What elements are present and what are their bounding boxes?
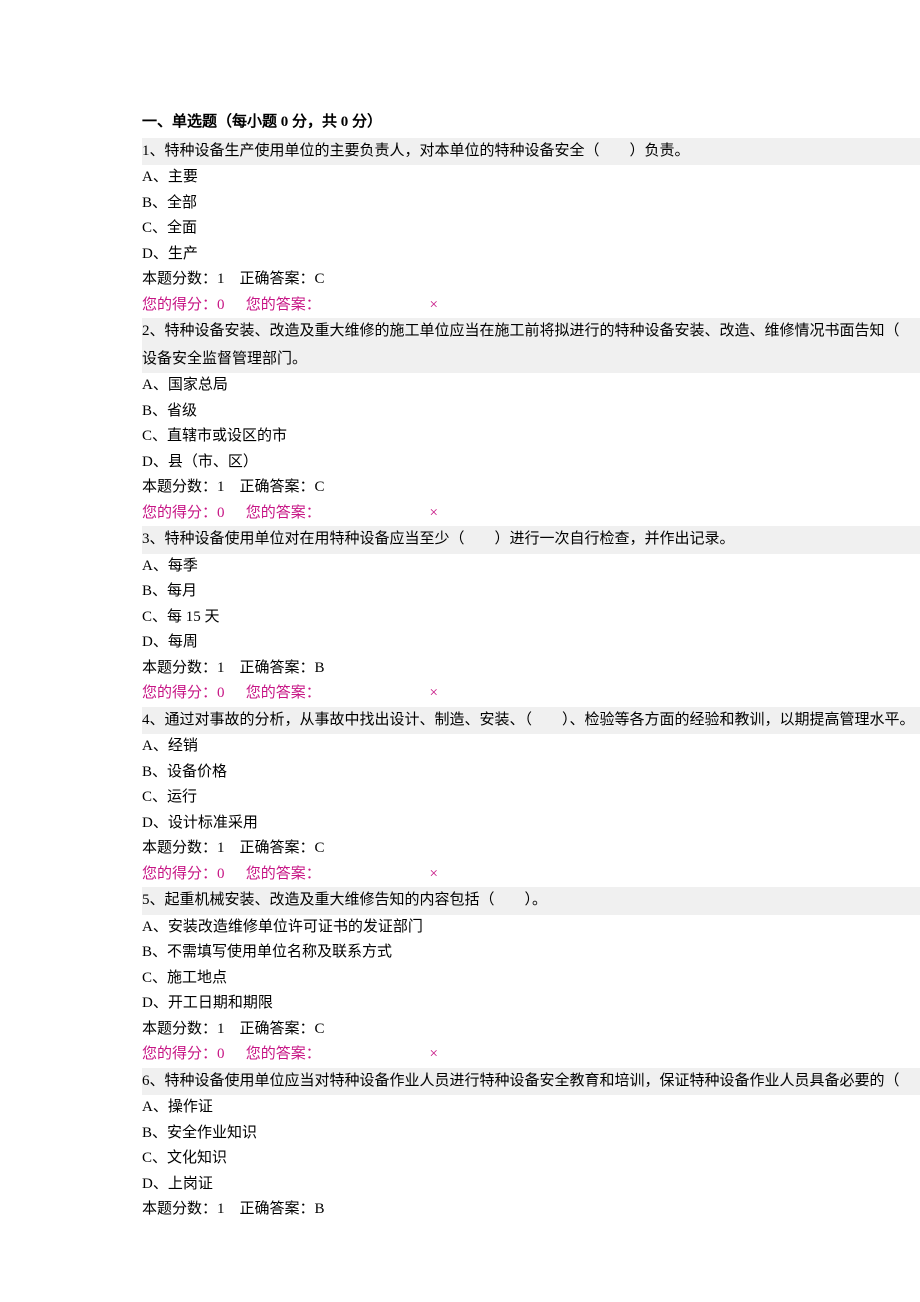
answer-label: 您的答案： bbox=[246, 862, 426, 888]
question-5-option-d: D、开工日期和期限 bbox=[142, 991, 920, 1017]
wrong-icon: × bbox=[430, 1042, 438, 1068]
score-label: 您的得分：0 bbox=[142, 293, 242, 319]
question-3-option-c: C、每 15 天 bbox=[142, 605, 920, 631]
question-2-option-a: A、国家总局 bbox=[142, 373, 920, 399]
question-4-option-b: B、设备价格 bbox=[142, 760, 920, 786]
wrong-icon: × bbox=[430, 501, 438, 527]
question-2-text: 2、特种设备安装、改造及重大维修的施工单位应当在施工前将拟进行的特种设备安装、改… bbox=[142, 318, 920, 346]
question-1-meta: 本题分数：1 正确答案：C bbox=[142, 267, 920, 293]
answer-label: 您的答案： bbox=[246, 293, 426, 319]
question-3-option-b: B、每月 bbox=[142, 579, 920, 605]
wrong-icon: × bbox=[430, 862, 438, 888]
question-1-text: 1、特种设备生产使用单位的主要负责人，对本单位的特种设备安全（ ）负责。 bbox=[142, 138, 920, 166]
wrong-icon: × bbox=[430, 681, 438, 707]
question-5-option-c: C、施工地点 bbox=[142, 966, 920, 992]
answer-label: 您的答案： bbox=[246, 681, 426, 707]
question-5-option-a: A、安装改造维修单位许可证书的发证部门 bbox=[142, 915, 920, 941]
question-2-option-b: B、省级 bbox=[142, 399, 920, 425]
score-label: 您的得分：0 bbox=[142, 1042, 242, 1068]
question-5-score-line: 您的得分：0 您的答案： × bbox=[142, 1042, 920, 1068]
question-3-text: 3、特种设备使用单位对在用特种设备应当至少（ ）进行一次自行检查，并作出记录。 bbox=[142, 526, 920, 554]
question-2-score-line: 您的得分：0 您的答案： × bbox=[142, 501, 920, 527]
section-title: 一、单选题（每小题 0 分，共 0 分） bbox=[142, 110, 920, 136]
question-5-option-b: B、不需填写使用单位名称及联系方式 bbox=[142, 940, 920, 966]
question-4-option-a: A、经销 bbox=[142, 734, 920, 760]
question-2-option-d: D、县（市、区） bbox=[142, 450, 920, 476]
question-2-option-c: C、直辖市或设区的市 bbox=[142, 424, 920, 450]
question-3-option-a: A、每季 bbox=[142, 554, 920, 580]
answer-label: 您的答案： bbox=[246, 501, 426, 527]
wrong-icon: × bbox=[430, 293, 438, 319]
answer-label: 您的答案： bbox=[246, 1042, 426, 1068]
exam-page: 一、单选题（每小题 0 分，共 0 分） 1、特种设备生产使用单位的主要负责人，… bbox=[0, 0, 920, 1223]
question-1-option-c: C、全面 bbox=[142, 216, 920, 242]
question-1-score-line: 您的得分：0 您的答案： × bbox=[142, 293, 920, 319]
question-4-score-line: 您的得分：0 您的答案： × bbox=[142, 862, 920, 888]
question-4-text: 4、通过对事故的分析，从事故中找出设计、制造、安装、（ ）、检验等各方面的经验和… bbox=[142, 707, 920, 735]
question-4-option-c: C、运行 bbox=[142, 785, 920, 811]
score-label: 您的得分：0 bbox=[142, 681, 242, 707]
question-6-option-d: D、上岗证 bbox=[142, 1172, 920, 1198]
question-6-option-a: A、操作证 bbox=[142, 1095, 920, 1121]
question-3-meta: 本题分数：1 正确答案：B bbox=[142, 656, 920, 682]
question-1-option-d: D、生产 bbox=[142, 242, 920, 268]
question-5-meta: 本题分数：1 正确答案：C bbox=[142, 1017, 920, 1043]
question-6-option-c: C、文化知识 bbox=[142, 1146, 920, 1172]
question-1-option-b: B、全部 bbox=[142, 191, 920, 217]
question-2-meta: 本题分数：1 正确答案：C bbox=[142, 475, 920, 501]
question-4-option-d: D、设计标准采用 bbox=[142, 811, 920, 837]
question-5-text: 5、起重机械安装、改造及重大维修告知的内容包括（ ）。 bbox=[142, 887, 920, 915]
question-6-option-b: B、安全作业知识 bbox=[142, 1121, 920, 1147]
question-6-text: 6、特种设备使用单位应当对特种设备作业人员进行特种设备安全教育和培训，保证特种设… bbox=[142, 1068, 920, 1096]
question-4-meta: 本题分数：1 正确答案：C bbox=[142, 836, 920, 862]
question-1-option-a: A、主要 bbox=[142, 165, 920, 191]
score-label: 您的得分：0 bbox=[142, 501, 242, 527]
question-3-option-d: D、每周 bbox=[142, 630, 920, 656]
score-label: 您的得分：0 bbox=[142, 862, 242, 888]
question-2-text-line2: 设备安全监督管理部门。 bbox=[142, 346, 920, 374]
question-3-score-line: 您的得分：0 您的答案： × bbox=[142, 681, 920, 707]
question-6-meta: 本题分数：1 正确答案：B bbox=[142, 1197, 920, 1223]
